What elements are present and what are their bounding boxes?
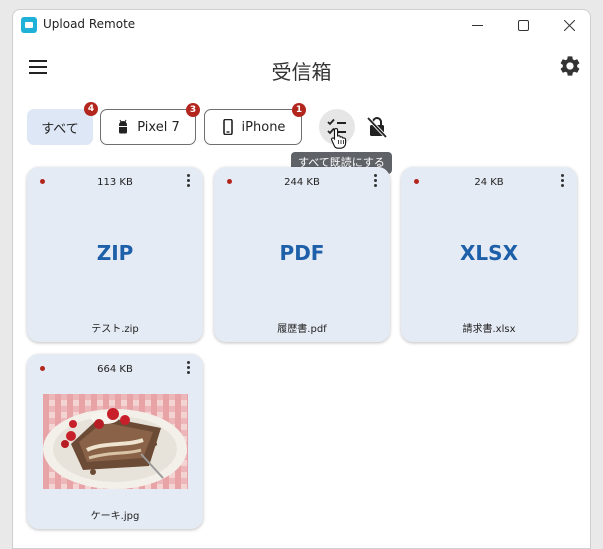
file-name: ケーキ.jpg: [90, 511, 140, 522]
app-logo-icon: [21, 17, 37, 33]
image-thumbnail: [43, 394, 188, 489]
maximize-icon: [517, 19, 529, 31]
filter-chip-label: iPhone: [241, 119, 286, 135]
android-icon: [119, 119, 128, 134]
filter-chip-label: Pixel 7: [137, 119, 180, 135]
file-size: 244 KB: [284, 177, 320, 188]
app-window: Upload Remote 受信箱 すべて 4 Pixel 7 3 iPhone…: [12, 9, 591, 549]
title-bar: Upload Remote: [13, 10, 590, 40]
minimize-icon: [471, 24, 483, 26]
page-title: 受信箱: [271, 60, 332, 84]
file-extension: ZIP: [96, 241, 134, 265]
unread-count-badge: 3: [186, 103, 200, 117]
more-vert-icon[interactable]: [374, 174, 378, 190]
hand-pointer-icon: [330, 127, 347, 149]
file-size: 664 KB: [97, 364, 133, 375]
lock-off-icon: [367, 116, 387, 138]
file-size: 24 KB: [474, 177, 504, 188]
file-name: 請求書.xlsx: [462, 324, 516, 335]
window-title: Upload Remote: [43, 17, 136, 31]
more-vert-icon[interactable]: [561, 174, 565, 190]
settings-gear-icon[interactable]: [558, 54, 582, 78]
maximize-button[interactable]: [500, 10, 546, 40]
filter-chip-pixel-7[interactable]: Pixel 7 3: [100, 103, 200, 145]
lock-toggle-button[interactable]: [359, 109, 395, 145]
device-filter-bar: すべて 4 Pixel 7 3 iPhone 1: [13, 102, 590, 146]
file-extension: PDF: [279, 241, 325, 265]
file-card[interactable]: 664 KB ケーキ.jpg: [27, 354, 203, 529]
app-bar: 受信箱: [13, 40, 590, 98]
file-name: 履歴書.pdf: [277, 324, 327, 335]
file-size: 113 KB: [97, 177, 133, 188]
file-card[interactable]: 113 KB ZIP テスト.zip: [27, 167, 203, 342]
file-extension: XLSX: [460, 241, 518, 265]
file-card[interactable]: 24 KB XLSX 請求書.xlsx: [401, 167, 577, 342]
file-card[interactable]: 244 KB PDF 履歴書.pdf: [214, 167, 390, 342]
unread-count-badge: 4: [84, 102, 98, 116]
filter-chip-label: すべて: [41, 121, 79, 137]
close-button[interactable]: [546, 10, 590, 40]
unread-count-badge: 1: [292, 103, 306, 117]
more-vert-icon[interactable]: [187, 361, 191, 377]
file-name: テスト.zip: [91, 324, 139, 335]
filter-chip-iphone[interactable]: iPhone 1: [204, 103, 306, 145]
close-icon: [563, 19, 575, 31]
more-vert-icon[interactable]: [187, 174, 191, 190]
minimize-button[interactable]: [454, 10, 500, 40]
smartphone-icon: [222, 119, 233, 135]
filter-chip-all[interactable]: すべて 4: [27, 102, 98, 145]
